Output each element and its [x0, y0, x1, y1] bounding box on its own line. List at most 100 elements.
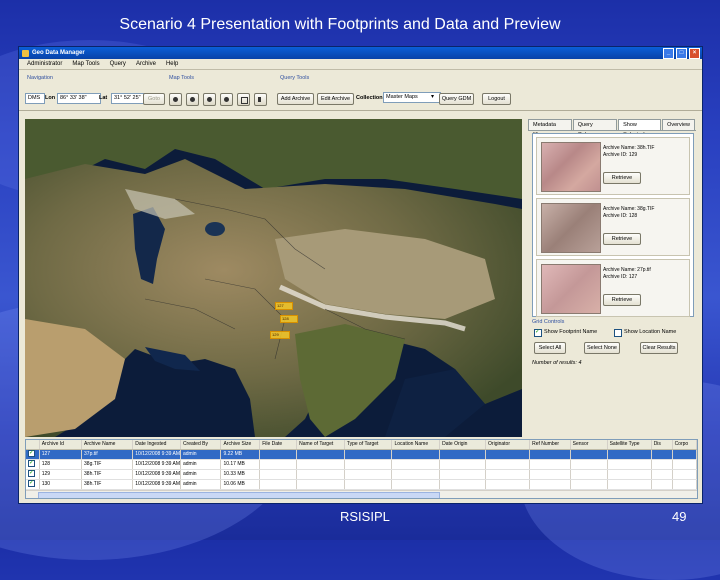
tab-metadata-filters[interactable]: Metadata filters — [528, 119, 572, 138]
table-cell — [345, 460, 393, 469]
slide-title: Scenario 4 Presentation with Footprints … — [119, 16, 561, 33]
column-header[interactable]: Corpo — [673, 440, 697, 449]
zoom-out-icon[interactable] — [186, 93, 199, 106]
table-cell — [530, 460, 571, 469]
column-header[interactable]: Sensor — [571, 440, 608, 449]
table-cell: 10.06 MB — [221, 480, 261, 489]
column-header[interactable]: Archive Id — [40, 440, 83, 449]
menu-map-tools[interactable]: Map Tools — [72, 61, 99, 67]
row-checkbox[interactable] — [26, 480, 40, 489]
extent-icon[interactable] — [237, 93, 250, 106]
clear-results-button[interactable]: Clear Results — [640, 342, 678, 354]
column-header[interactable] — [26, 440, 40, 449]
retrieve-button[interactable]: Retrieve — [603, 233, 641, 245]
result-card: Archive Name: 38h.TIF Archive ID: 129 Re… — [536, 137, 690, 195]
table-cell — [260, 480, 298, 489]
globe-icon[interactable] — [220, 93, 233, 106]
table-row[interactable]: 12838g.TIF10/12/2008 9:39 AMadmin10.17 M… — [26, 460, 697, 470]
select-none-button[interactable]: Select None — [584, 342, 620, 354]
table-row[interactable]: 13038h.TIF10/12/2008 9:39 AMadmin10.06 M… — [26, 480, 697, 490]
menu-query[interactable]: Query — [110, 61, 126, 67]
lon-input[interactable]: 86° 33' 38" — [57, 93, 101, 104]
column-header[interactable]: Created By — [181, 440, 222, 449]
table-cell — [652, 480, 673, 489]
table-cell — [440, 470, 487, 479]
result-card: Archive Name: 27p.tif Archive ID: 127 Re… — [536, 259, 690, 317]
tab-strip: Metadata filters Query Columns Show Sele… — [528, 119, 696, 138]
scrollbar-thumb[interactable] — [38, 492, 440, 498]
table-cell — [673, 460, 697, 469]
select-icon[interactable] — [254, 93, 267, 106]
tab-show-selected[interactable]: Show Selected — [618, 119, 662, 138]
select-all-button[interactable]: Select All — [534, 342, 566, 354]
table-cell: admin — [181, 460, 222, 469]
row-checkbox[interactable] — [26, 470, 40, 479]
footprint-128[interactable]: 128 — [280, 315, 298, 323]
table-cell: admin — [181, 470, 222, 479]
table-cell — [486, 470, 531, 479]
retrieve-button[interactable]: Retrieve — [603, 172, 641, 184]
close-icon[interactable]: × — [689, 47, 700, 59]
horizontal-scrollbar[interactable] — [26, 490, 697, 498]
tab-query-columns[interactable]: Query Columns — [572, 119, 618, 138]
page-number: 49 — [672, 509, 687, 524]
add-archive-button[interactable]: Add Archive — [277, 93, 314, 105]
table-cell — [345, 450, 393, 459]
column-header[interactable]: Date Origin — [440, 440, 487, 449]
map-view[interactable]: 127 128 129 — [25, 119, 522, 437]
footprint-127[interactable]: 127 — [275, 302, 293, 310]
table-cell: 38g.TIF — [82, 460, 134, 469]
show-location-name-checkbox[interactable] — [614, 329, 622, 337]
logout-button[interactable]: Logout — [482, 93, 511, 105]
tab-overview[interactable]: Overview — [662, 119, 695, 130]
column-header[interactable]: Ref Number — [530, 440, 571, 449]
satellite-map — [25, 119, 522, 437]
table-cell: 10/12/2008 9:39 AM — [135, 480, 181, 489]
grid-controls-label: Grid Controls — [532, 319, 565, 325]
footprint-129[interactable]: 129 — [270, 331, 290, 339]
menu-administrator[interactable]: Administrator — [27, 61, 62, 67]
column-header[interactable]: File Date — [260, 440, 298, 449]
map-thumbnail — [541, 264, 601, 314]
window-title: Geo Data Manager — [32, 50, 85, 56]
show-location-name-label: Show Location Name — [624, 329, 677, 335]
coord-format-select[interactable]: DMS — [25, 93, 45, 104]
map-thumbnail — [541, 203, 601, 253]
goto-button[interactable]: Goto — [143, 93, 165, 105]
table-cell — [440, 450, 487, 459]
table-row[interactable]: 12737p.tif10/12/2008 9:39 AMadmin9.22 MB — [26, 450, 697, 460]
column-header[interactable]: Dis — [652, 440, 673, 449]
query-gdm-button[interactable]: Query GDM — [439, 93, 474, 105]
menu-help[interactable]: Help — [166, 61, 178, 67]
row-checkbox[interactable] — [26, 450, 40, 459]
chevron-down-icon[interactable]: ▾ — [431, 93, 434, 100]
pan-icon[interactable] — [203, 93, 216, 106]
column-header[interactable]: Name of Target — [297, 440, 345, 449]
map-tools-group-label: Map Tools — [169, 75, 194, 81]
maximize-icon[interactable]: □ — [676, 47, 687, 59]
toolbar: Navigation Map Tools Query Tools DMS Lon… — [19, 70, 702, 111]
table-cell — [608, 460, 652, 469]
column-header[interactable]: Satellite Type — [608, 440, 652, 449]
zoom-in-icon[interactable] — [169, 93, 182, 106]
table-cell — [392, 450, 441, 459]
column-header[interactable]: Originator — [486, 440, 531, 449]
table-cell: 38h.TIF — [82, 470, 134, 479]
table-row[interactable]: 12938h.TIF10/12/2008 9:39 AMadmin10.33 M… — [26, 470, 697, 480]
table-cell: 128 — [40, 460, 83, 469]
show-footprint-name-checkbox[interactable] — [534, 328, 542, 337]
column-header[interactable]: Date Ingested — [133, 440, 181, 449]
column-header[interactable]: Type of Target — [345, 440, 393, 449]
minimize-icon[interactable]: _ — [663, 47, 674, 59]
table-cell — [345, 470, 393, 479]
edit-archive-button[interactable]: Edit Archive — [317, 93, 354, 105]
menu-archive[interactable]: Archive — [136, 61, 156, 67]
column-header[interactable]: Archive Size — [221, 440, 261, 449]
column-header[interactable]: Location Name — [392, 440, 441, 449]
table-cell — [297, 460, 345, 469]
row-checkbox[interactable] — [26, 460, 40, 469]
results-grid: Archive Id Archive Name Date Ingested Creat… — [25, 439, 698, 499]
retrieve-button[interactable]: Retrieve — [603, 294, 641, 306]
column-header[interactable]: Archive Name — [82, 440, 134, 449]
archive-name: Archive Name: 38h.TIF — [603, 145, 655, 151]
